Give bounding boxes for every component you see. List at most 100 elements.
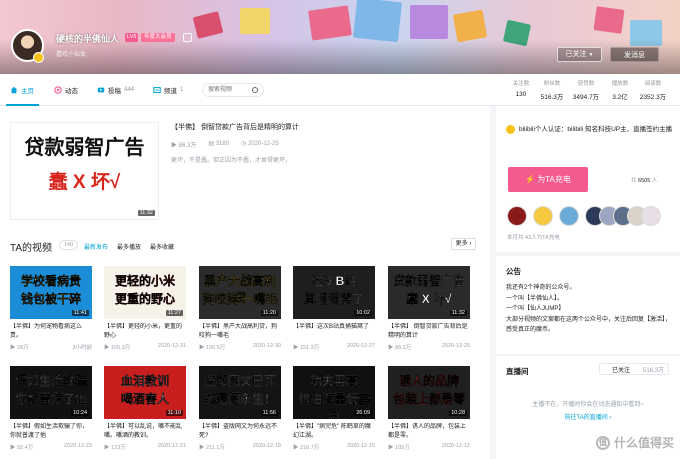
video-title[interactable]: 【半佛】为何宠物看病这么贵。	[10, 323, 92, 341]
play-count: ▶ 211.1万	[199, 445, 225, 451]
stat-plays: 播放数 3.2亿	[605, 79, 635, 101]
videos-section-title: TA的视频	[10, 243, 53, 254]
video-meta: ▶ 216.7万 2020-12-15	[293, 443, 375, 451]
video-card[interactable]: 诱人的品牌 包装上都是零 10:28 【半佛】诱人的品牌，包装上都是零。 ▶ 105万 2…	[388, 366, 470, 451]
video-card[interactable]: 血泪教训 喝酒害人 11:10 【半佛】可以乱说，嘴不能乱嘴。嘴酒的教训。 ▶ 123万…	[104, 366, 186, 451]
home-icon	[10, 86, 18, 94]
play-count-value: 86.3万	[178, 143, 197, 149]
duration-badge: 11:20	[260, 310, 278, 316]
upload-date: 2020-12-31	[157, 343, 186, 349]
video-thumbnail[interactable]: 功夫再高 也怕海量低鹤草 26:09	[293, 366, 375, 419]
stat-followers[interactable]: 粉丝数 516.3万	[537, 79, 567, 101]
thumb-line: 钱包被干碎	[20, 292, 81, 306]
thumb-line: 你就普渡了他	[14, 392, 87, 406]
charger-avatar[interactable]	[559, 206, 579, 226]
stat-following[interactable]: 关注数 130	[506, 79, 536, 101]
message-button[interactable]: 发消息	[610, 47, 659, 62]
live-room-link[interactable]: 前往TA的直播间 ›	[496, 412, 680, 421]
play-count: ▶ 216.7万	[293, 445, 320, 451]
video-card[interactable]: 贷款弱智广告蠢 X 坏√ 11:32 【半佛】 倒智贷款广告背后是精明的算计 ▶ 86…	[388, 266, 470, 351]
tab-uploads[interactable]: 投稿 444	[97, 85, 134, 95]
video-thumbnail[interactable]: 这次B站真捅猫窝了 10:02	[293, 266, 375, 319]
charger-avatar[interactable]	[507, 206, 527, 226]
signature[interactable]: 喜欢小仙女	[56, 49, 86, 58]
video-card[interactable]: 更轻的小米 更重的野心 11:27 【半佛】更轻的小米，更重的野心 ▶ 105.3万 20…	[104, 266, 186, 351]
video-title[interactable]: 【半佛】诱人的品牌，包装上都是零。	[388, 423, 470, 441]
video-card[interactable]: 学校看病贵 钱包被干碎 11:41 【半佛】为何宠物看病这么贵。 ▶ 28万 3小时前	[10, 266, 92, 351]
stat-label: 关注数	[512, 81, 530, 87]
search-input[interactable]	[208, 84, 252, 96]
follow-button[interactable]: 已关注 ▼	[557, 47, 602, 62]
live-title: 直播间	[506, 367, 529, 376]
tab-dynamic[interactable]: 动态	[54, 85, 78, 95]
duration-badge: 11:32	[449, 310, 467, 316]
sort-most-favorited[interactable]: 最多收藏	[150, 242, 174, 251]
video-card[interactable]: 功夫再高 也怕海量低鹤草 26:09 【半佛】"病完危" 陈鹤草的魔幻江湖。 ▶ 216…	[293, 366, 375, 451]
tab-uploads-count: 444	[124, 87, 135, 93]
video-title[interactable]: 【半佛】"病完危" 陈鹤草的魔幻江湖。	[293, 423, 375, 441]
upload-date: 2020-12-23	[63, 443, 92, 449]
play-count: ▶ 86.3万	[171, 143, 197, 149]
play-count: ▶ 92.4万	[10, 445, 34, 451]
charge-button[interactable]: ⚡ 为TA充电	[508, 167, 588, 192]
upload-date: 2020-12-12	[441, 443, 470, 449]
thumb-line: 蠢 X 坏√	[406, 292, 452, 306]
thumb-line: 真捅猫窝了	[303, 292, 364, 306]
username: 硬核的半佛仙人	[56, 34, 120, 44]
video-thumbnail[interactable]: 贷款弱智广告蠢 X 坏√ 11:32	[388, 266, 470, 319]
video-title[interactable]: 【半佛】更轻的小米，更重的野心	[104, 323, 186, 341]
video-thumbnail[interactable]: 盗版网文已死 笔趣阁永生！ 11:56	[199, 366, 281, 419]
video-thumbnail[interactable]: 黑产大战高利贷 狗咬狗 一嘴毛 11:20	[199, 266, 281, 319]
video-title[interactable]: 【半佛】盗版网文为何永远不死?	[199, 423, 281, 441]
stat-label: 播放数	[611, 81, 629, 87]
tab-home-label: 主页	[21, 88, 34, 95]
duration-badge: 11:41	[71, 310, 89, 316]
stat-label: 粉丝数	[543, 81, 561, 87]
video-thumbnail[interactable]: 诱人的品牌 包装上都是零 10:28	[388, 366, 470, 419]
video-title[interactable]: 【半佛】 倒智贷款广告背后是精明的算计	[388, 323, 470, 341]
more-videos-button[interactable]: 更多 ›	[451, 238, 476, 250]
sort-most-played[interactable]: 最多播放	[117, 242, 141, 251]
charger-avatar[interactable]	[533, 206, 553, 226]
upload-date: 2020-12-27	[346, 343, 375, 349]
video-thumbnail[interactable]: 更轻的小米 更重的野心 11:27	[104, 266, 186, 319]
watermark-logo-icon: 值	[595, 435, 610, 450]
notice-line: 一个叫【仙人JUMP】	[506, 306, 565, 312]
duration-badge: 10:02	[354, 310, 372, 316]
thumb-line: 盗版网文已死	[203, 374, 276, 388]
notice-line: 一个叫【半佛仙人】。	[506, 295, 564, 302]
sort-newest[interactable]: 最新发布	[84, 242, 108, 251]
video-title[interactable]: 【半佛】假如生活欺骗了你，你就普渡了他	[10, 423, 92, 441]
video-card[interactable]: 这次B站 真捅猫窝了 10:02 【半佛】这次B站真捅猫窝了 ▶ 151.3万 2020-…	[293, 266, 375, 351]
verified-icon	[506, 125, 515, 134]
featured-video-thumbnail[interactable]: 贷款弱智广告 蠢 X 坏√ 11:32	[10, 122, 159, 220]
video-title[interactable]: 【半佛】可以乱说，嘴不能乱嘴。嘴酒的教训。	[104, 423, 186, 441]
video-card[interactable]: 黑产大战高利贷 狗咬狗 一嘴毛 11:20 【半佛】黑产大战高利贷，狗咬狗一嘴毛 ▶ 1…	[199, 266, 281, 351]
video-title[interactable]: 【半佛】这次B站真捅猫窝了	[293, 323, 375, 341]
video-card[interactable]: 盗版网文已死 笔趣阁永生！ 11:56 【半佛】盗版网文为何永远不死? ▶ 211.1万…	[199, 366, 281, 451]
featured-video-meta: ▶ 86.3万 ▤ 3180 ◷ 2020-12-25	[171, 140, 279, 149]
video-meta: ▶ 105万 2020-12-12	[388, 443, 470, 451]
site-watermark: 值 什么值得买	[595, 434, 674, 451]
video-meta: ▶ 211.1万 2020-12-18	[199, 443, 281, 451]
video-card[interactable]: 假如生活欺骗了你 你就普渡了他 10:24 【半佛】假如生活欺骗了你，你就普渡了他 ▶ …	[10, 366, 92, 451]
video-thumbnail[interactable]: 学校看病贵 钱包被干碎 11:41	[10, 266, 92, 319]
duration-badge: 10:28	[449, 410, 467, 416]
thumb-line: 贷款弱智广告	[392, 274, 465, 288]
video-thumbnail[interactable]: 血泪教训 喝酒害人 11:10	[104, 366, 186, 419]
charge-count-value: 6505	[638, 178, 651, 184]
tab-channel[interactable]: 频道 1	[153, 85, 183, 95]
comment-count-value: 3180	[215, 141, 230, 147]
featured-video-title[interactable]: 【半佛】 倒智贷款广告背后是精明的算计	[171, 122, 299, 132]
video-thumbnail[interactable]: 假如生活欺骗了你 你就普渡了他 10:24	[10, 366, 92, 419]
charger-avatar[interactable]	[641, 206, 661, 226]
thumb-line: 这次B站	[311, 274, 357, 288]
more-label: 更多	[455, 241, 468, 247]
search-icon[interactable]	[252, 87, 258, 93]
video-title[interactable]: 【半佛】黑产大战高利贷，狗咬狗一嘴毛	[199, 323, 281, 341]
upload-date-value: 2020-12-25	[247, 141, 279, 147]
tab-home[interactable]: 主页	[10, 85, 34, 95]
thumb-line: 功夫再高	[309, 374, 358, 388]
thumb-line: 血泪教训	[120, 374, 169, 388]
upload-date: 3小时前	[72, 345, 92, 351]
